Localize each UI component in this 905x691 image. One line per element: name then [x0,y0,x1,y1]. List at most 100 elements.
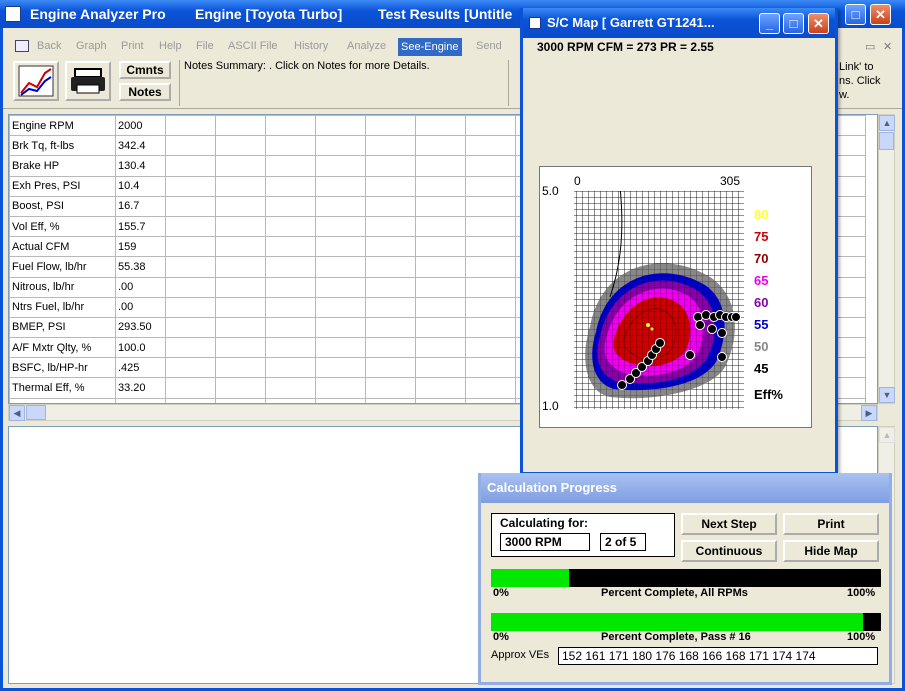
empty-cell[interactable] [265,296,316,318]
empty-cell[interactable] [315,316,366,339]
empty-cell[interactable] [415,135,466,157]
scroll-right-icon[interactable]: ▶ [861,405,877,421]
row-value[interactable]: 2000 [115,115,166,137]
empty-cell[interactable] [265,236,316,258]
empty-cell[interactable] [315,175,366,197]
menu-file[interactable]: File [196,40,214,52]
empty-cell[interactable] [465,296,516,318]
menu-help[interactable]: Help [159,40,182,52]
empty-cell[interactable] [265,337,316,359]
empty-cell[interactable] [315,195,366,217]
empty-cell[interactable] [165,236,216,258]
empty-cell[interactable] [415,195,466,217]
empty-cell[interactable] [415,296,466,318]
menu-graph[interactable]: Graph [76,40,107,52]
empty-cell[interactable] [465,256,516,278]
empty-cell[interactable] [415,236,466,258]
empty-cell[interactable] [265,357,316,379]
empty-cell[interactable] [165,195,216,217]
hscroll-thumb[interactable] [26,405,46,420]
empty-cell[interactable] [365,337,416,359]
empty-cell[interactable] [315,377,366,399]
empty-cell[interactable] [265,377,316,399]
row-value[interactable]: 130.4 [115,155,166,177]
empty-cell[interactable] [365,276,416,298]
scroll-left-icon[interactable]: ◀ [9,405,25,421]
empty-cell[interactable] [365,215,416,238]
empty-cell[interactable] [415,175,466,197]
empty-cell[interactable] [365,115,416,137]
empty-cell[interactable] [265,195,316,217]
empty-cell[interactable] [165,155,216,177]
row-value[interactable]: 16.7 [115,195,166,217]
empty-cell[interactable] [215,115,266,137]
empty-cell[interactable] [465,377,516,399]
empty-cell[interactable] [265,215,316,238]
empty-cell[interactable] [265,316,316,339]
empty-cell[interactable] [165,337,216,359]
empty-cell[interactable] [415,155,466,177]
empty-cell[interactable] [315,155,366,177]
empty-cell[interactable] [315,115,366,137]
empty-cell[interactable] [315,276,366,298]
scroll-up-icon[interactable]: ▲ [879,115,895,131]
empty-cell[interactable] [315,357,366,379]
sc-maximize-icon[interactable]: □ [783,13,804,34]
row-value[interactable]: 159 [115,236,166,258]
empty-cell[interactable] [365,135,416,157]
row-value[interactable]: 155.7 [115,215,166,238]
empty-cell[interactable] [365,377,416,399]
empty-cell[interactable] [215,296,266,318]
empty-cell[interactable] [215,135,266,157]
continuous-button[interactable]: Continuous [681,540,777,562]
menu-see-engine[interactable]: See-Engine [398,38,462,56]
empty-cell[interactable] [165,175,216,197]
empty-cell[interactable] [465,115,516,137]
empty-cell[interactable] [415,276,466,298]
empty-cell[interactable] [215,155,266,177]
notes-button[interactable]: Notes [119,83,171,101]
empty-cell[interactable] [265,135,316,157]
empty-cell[interactable] [465,316,516,339]
empty-cell[interactable] [315,296,366,318]
empty-cell[interactable] [215,175,266,197]
row-value[interactable]: 10.4 [115,175,166,197]
row-value[interactable]: .425 [115,357,166,379]
empty-cell[interactable] [415,357,466,379]
empty-cell[interactable] [215,215,266,238]
close-icon[interactable]: ✕ [870,4,891,25]
empty-cell[interactable] [215,337,266,359]
empty-cell[interactable] [165,357,216,379]
empty-cell[interactable] [365,175,416,197]
empty-cell[interactable] [215,195,266,217]
empty-cell[interactable] [415,215,466,238]
empty-cell[interactable] [415,256,466,278]
empty-cell[interactable] [165,115,216,137]
empty-cell[interactable] [315,236,366,258]
calc-title-bar[interactable]: Calculation Progress [481,473,889,503]
empty-cell[interactable] [165,316,216,339]
back-arrow-icon[interactable] [15,40,29,52]
empty-cell[interactable] [365,296,416,318]
empty-cell[interactable] [215,357,266,379]
comments-button[interactable]: Cmnts [119,61,171,79]
empty-cell[interactable] [265,115,316,137]
sc-close-icon[interactable]: ✕ [808,13,829,34]
empty-cell[interactable] [465,175,516,197]
empty-cell[interactable] [365,195,416,217]
row-value[interactable]: 55.38 [115,256,166,278]
print-button[interactable] [65,61,111,101]
empty-cell[interactable] [365,256,416,278]
empty-cell[interactable] [265,256,316,278]
menu-history[interactable]: History [294,40,328,52]
menu-back[interactable]: Back [37,40,61,52]
grid-vertical-scrollbar[interactable]: ▲ ▼ [878,114,895,404]
empty-cell[interactable] [465,357,516,379]
row-value[interactable]: .00 [115,296,166,318]
empty-cell[interactable] [165,296,216,318]
menu-ascii-file[interactable]: ASCII File [228,40,278,52]
scroll-down-icon[interactable]: ▼ [879,387,895,403]
mdi-close-icon[interactable]: ✕ [883,40,892,53]
empty-cell[interactable] [365,316,416,339]
empty-cell[interactable] [265,155,316,177]
